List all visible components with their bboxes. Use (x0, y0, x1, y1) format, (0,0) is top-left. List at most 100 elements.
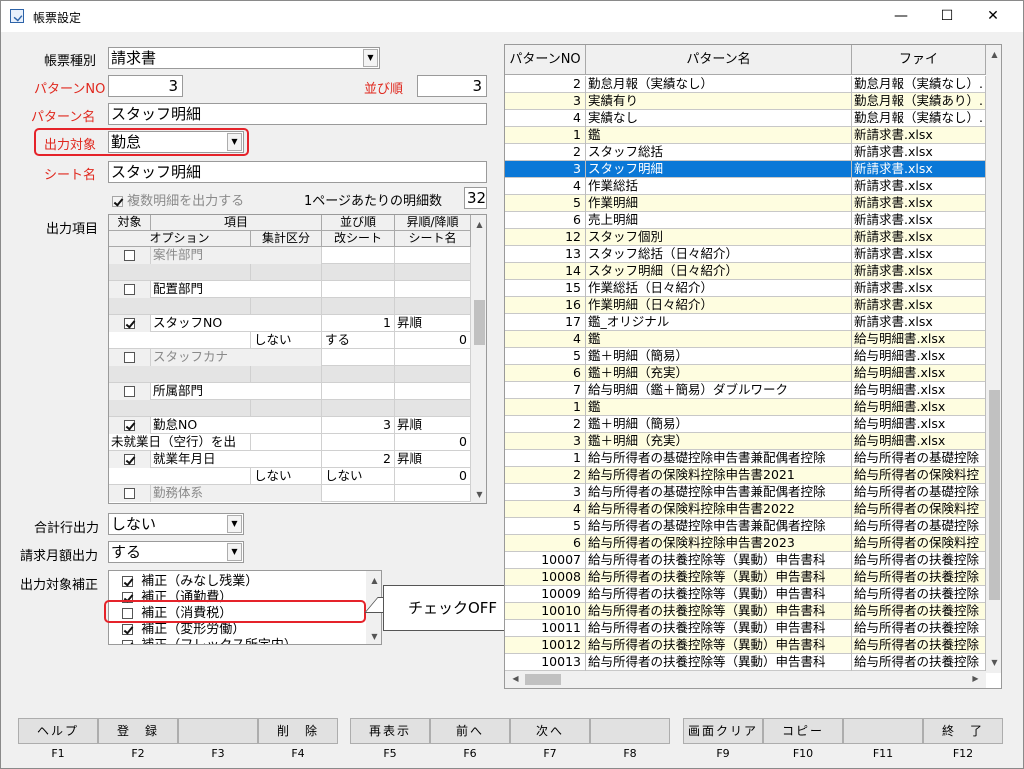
list-item[interactable]: 15 作業総括（日々紹介） 新請求書.xlsx (505, 280, 986, 297)
fkey-button-f2[interactable]: 登 録 (98, 718, 178, 744)
scroll-up-icon[interactable]: ▲ (366, 573, 381, 589)
table-row[interactable]: スタッフカナ (109, 349, 471, 366)
target-checkbox[interactable] (124, 284, 135, 295)
list-item[interactable]: 2 勤怠月報（実績なし） 勤怠月報（実績なし）. (505, 76, 986, 93)
list-item[interactable]: 10012 給与所得者の扶養控除等（異動）申告書科 給与所得者の扶養控除 (505, 637, 986, 654)
target-cell[interactable] (109, 383, 151, 400)
scroll-thumb[interactable] (474, 300, 485, 345)
aggregation-cell[interactable] (251, 264, 322, 281)
fkey-button-f10[interactable]: コピー (763, 718, 843, 744)
fkey-button-f6[interactable]: 前へ (430, 718, 510, 744)
pattern-list-grid[interactable]: パターンNO パターン名 ファイ 2 勤怠月報（実績なし） 勤怠月報（実績なし）… (504, 44, 1002, 689)
output-items-grid[interactable]: 対象 項目 並び順 昇順/降順 オプション 集計区分 改シート シート名 案件部… (108, 214, 487, 504)
list-item[interactable]: 16 作業明細（日々紹介） 新請求書.xlsx (505, 297, 986, 314)
list-item[interactable]: 5 作業明細 新請求書.xlsx (505, 195, 986, 212)
target-cell[interactable] (109, 451, 151, 468)
list-item[interactable]: 3 鑑＋明細（充実） 給与明細書.xlsx (505, 433, 986, 450)
option-cell[interactable] (109, 298, 251, 315)
sort-cell[interactable] (322, 349, 395, 366)
list-item[interactable]: 3 給与所得者の基礎控除申告書兼配偶者控除 給与所得者の基礎控除 (505, 484, 986, 501)
page-break-cell[interactable] (322, 434, 395, 451)
sheet-cell[interactable]: 0 (395, 468, 471, 485)
table-row-option[interactable]: しない しない 0 (109, 468, 471, 485)
order-cell[interactable]: 昇順 (395, 417, 471, 434)
sort-order-field[interactable]: 3 (417, 75, 487, 97)
option-cell[interactable]: 未就業日（空行）を出 (109, 434, 251, 451)
fkey-button-f8[interactable] (590, 718, 670, 744)
page-break-cell[interactable] (322, 264, 395, 281)
target-checkbox[interactable] (124, 488, 135, 499)
sheet-cell[interactable] (395, 298, 471, 315)
page-break-cell[interactable] (322, 298, 395, 315)
table-row[interactable]: スタッフNO 1 昇順 (109, 315, 471, 332)
close-button[interactable]: ✕ (970, 1, 1016, 32)
sheet-cell[interactable]: 0 (395, 434, 471, 451)
order-cell[interactable] (395, 383, 471, 400)
list-item[interactable]: 6 売上明細 新請求書.xlsx (505, 212, 986, 229)
order-cell[interactable] (395, 247, 471, 264)
list-item[interactable]: 5 給与所得者の基礎控除申告書兼配偶者控除 給与所得者の基礎控除 (505, 518, 986, 535)
table-row[interactable]: 案件部門 (109, 247, 471, 264)
scroll-down-icon[interactable]: ▼ (471, 487, 486, 503)
scroll-thumb[interactable] (989, 390, 1000, 600)
list-item[interactable]: 14 スタッフ明細（日々紹介） 新請求書.xlsx (505, 263, 986, 280)
fkey-button-f4[interactable]: 削 除 (258, 718, 338, 744)
sort-cell[interactable]: 2 (322, 451, 395, 468)
list-item[interactable]: 13 スタッフ総括（日々紹介） 新請求書.xlsx (505, 246, 986, 263)
table-row[interactable]: 勤務体系 (109, 485, 471, 502)
target-checkbox[interactable] (124, 386, 135, 397)
scroll-left-icon[interactable]: ◀ (507, 671, 524, 687)
report-type-select[interactable]: 請求書 ▼ (108, 47, 380, 69)
target-cell[interactable] (109, 417, 151, 434)
list-item[interactable]: 12 スタッフ個別 新請求書.xlsx (505, 229, 986, 246)
pattern-list-vscroll[interactable]: ▲ ▼ (986, 45, 1001, 673)
list-item[interactable]: 10007 給与所得者の扶養控除等（異動）申告書科 給与所得者の扶養控除 (505, 552, 986, 569)
list-item[interactable]: 1 鑑 新請求書.xlsx (505, 127, 986, 144)
target-checkbox[interactable] (124, 454, 135, 465)
option-cell[interactable] (109, 332, 251, 349)
pattern-no-field[interactable]: 3 (108, 75, 183, 97)
correction-item[interactable]: 補正（フレックス所定内） (122, 634, 297, 644)
maximize-button[interactable]: ☐ (924, 1, 970, 32)
table-row[interactable]: 所属部門 (109, 383, 471, 400)
list-item[interactable]: 1 給与所得者の基礎控除申告書兼配偶者控除 給与所得者の基礎控除 (505, 450, 986, 467)
page-break-cell[interactable]: する (322, 332, 395, 349)
list-item[interactable]: 2 給与所得者の保険料控除申告書2021 給与所得者の保険料控 (505, 467, 986, 484)
target-checkbox[interactable] (124, 352, 135, 363)
output-items-scrollbar[interactable]: ▲ ▼ (471, 215, 486, 503)
target-cell[interactable] (109, 485, 151, 502)
table-row[interactable]: 就業年月日 2 昇順 (109, 451, 471, 468)
target-cell[interactable] (109, 247, 151, 264)
sort-cell[interactable] (322, 247, 395, 264)
target-cell[interactable] (109, 349, 151, 366)
list-item[interactable]: 5 鑑＋明細（簡易） 給与明細書.xlsx (505, 348, 986, 365)
correction-checkbox[interactable] (122, 640, 133, 644)
list-item[interactable]: 4 給与所得者の保険料控除申告書2022 給与所得者の保険料控 (505, 501, 986, 518)
pattern-name-field[interactable]: スタッフ明細 (108, 103, 487, 125)
aggregation-cell[interactable] (251, 434, 322, 451)
chevron-down-icon[interactable]: ▼ (227, 515, 242, 533)
sort-cell[interactable] (322, 383, 395, 400)
sort-cell[interactable]: 3 (322, 417, 395, 434)
option-cell[interactable] (109, 468, 251, 485)
target-cell[interactable] (109, 281, 151, 298)
target-checkbox[interactable] (124, 318, 135, 329)
fkey-button-f1[interactable]: ヘルプ (18, 718, 98, 744)
sheet-cell[interactable] (395, 400, 471, 417)
list-item[interactable]: 3 スタッフ明細 新請求書.xlsx (505, 161, 986, 178)
list-item[interactable]: 6 鑑＋明細（充実） 給与明細書.xlsx (505, 365, 986, 382)
fkey-button-f5[interactable]: 再表示 (350, 718, 430, 744)
aggregation-cell[interactable]: しない (251, 332, 322, 349)
scroll-down-icon[interactable]: ▼ (986, 655, 1001, 671)
order-cell[interactable] (395, 349, 471, 366)
target-cell[interactable] (109, 315, 151, 332)
sort-cell[interactable] (322, 281, 395, 298)
page-break-cell[interactable] (322, 366, 395, 383)
sheet-cell[interactable]: 0 (395, 332, 471, 349)
multi-detail-checkbox-row[interactable]: 複数明細を出力する (112, 190, 244, 209)
aggregation-cell[interactable] (251, 366, 322, 383)
scroll-right-icon[interactable]: ▶ (967, 671, 984, 687)
table-row-option[interactable]: 未就業日（空行）を出 0 (109, 434, 471, 451)
fkey-button-f3[interactable] (178, 718, 258, 744)
option-cell[interactable] (109, 400, 251, 417)
